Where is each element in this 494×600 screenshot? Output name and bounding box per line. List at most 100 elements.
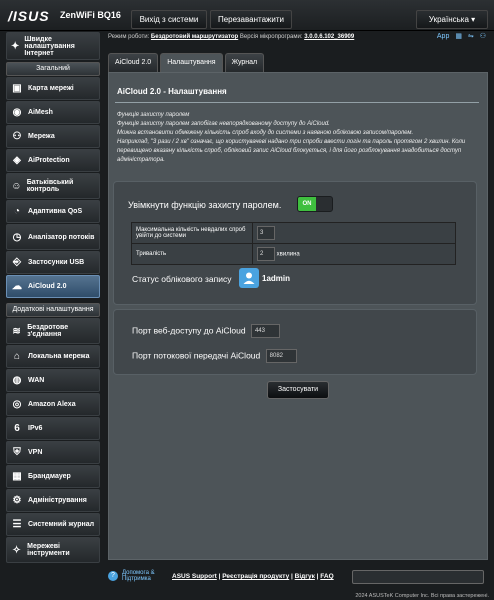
page-title: AiCloud 2.0 - Налаштування bbox=[117, 87, 227, 96]
ports-card: Порт веб-доступу до AiCloud 443 Порт пот… bbox=[113, 309, 477, 375]
help-support[interactable]: ? Допомога & Підтримка bbox=[108, 570, 168, 582]
sidebar-item-gen-6[interactable]: ◷ Аналізатор потоків bbox=[6, 224, 100, 250]
sidebar-item-gen-8[interactable]: ☁ AiCloud 2.0 bbox=[6, 275, 100, 298]
log-icon: ☰ bbox=[12, 519, 22, 530]
language-select[interactable]: Українська ▾ bbox=[416, 10, 488, 29]
alexa-icon: ◎ bbox=[12, 399, 22, 410]
sidebar-item-gen-5[interactable]: ◔ Адаптивна QoS bbox=[6, 200, 100, 223]
sidebar-item-adv-8[interactable]: ☰ Системний журнал bbox=[6, 513, 100, 536]
duration-cell: 2 хвилина bbox=[252, 243, 456, 265]
lan-icon: ⌂ bbox=[13, 351, 21, 362]
max-attempts-label: Максимальна кількість невдалих спроб уві… bbox=[131, 222, 253, 244]
max-attempts-input[interactable]: 3 bbox=[257, 226, 275, 240]
sidebar-item-adv-5[interactable]: ⛨ VPN bbox=[6, 441, 100, 464]
sidebar-item-label: Швидке налаштування Інтернет bbox=[24, 35, 75, 57]
sidebar-item-adv-6[interactable]: ▦ Брандмауер bbox=[6, 465, 100, 488]
cloud-icon: ☁ bbox=[12, 281, 22, 292]
network-icon: ⚇ bbox=[12, 131, 22, 142]
sidebar-item-gen-4[interactable]: ☺ Батьківський контроль bbox=[6, 173, 100, 199]
tab-settings[interactable]: Налаштування bbox=[160, 53, 223, 72]
sidebar-item-gen-1[interactable]: ◉ AiMesh bbox=[6, 101, 100, 124]
apply-button[interactable]: Застосувати bbox=[267, 381, 329, 399]
settings-panel: AiCloud 2.0 - Налаштування Функція захис… bbox=[108, 72, 488, 560]
sidebar-item-adv-0[interactable]: ≋ Бездротове з'єднання bbox=[6, 318, 100, 344]
desc-line: Наприклад, "3 рази / 2 хв" означає, що к… bbox=[117, 139, 466, 163]
feedback-link[interactable]: Відгук bbox=[295, 573, 315, 580]
logout-button[interactable]: Вихід з системи bbox=[131, 10, 207, 29]
mesh-icon: ◉ bbox=[12, 107, 22, 118]
account-status-label: Статус облікового запису bbox=[132, 274, 232, 284]
sidebar-item-label: IPv6 bbox=[28, 425, 43, 432]
wan-icon: ◍ bbox=[12, 375, 22, 386]
desc-line: Функція захисту паролем bbox=[117, 112, 190, 118]
sidebar-item-adv-4[interactable]: 6 IPv6 bbox=[6, 417, 100, 440]
web-port-row: Порт веб-доступу до AiCloud 443 bbox=[132, 324, 280, 338]
mode-link[interactable]: Бездротовий маршрутизатор bbox=[151, 34, 238, 40]
asus-logo[interactable]: /ISUS bbox=[8, 8, 50, 24]
duration-input[interactable]: 2 bbox=[257, 247, 275, 261]
sidebar-item-label: Мережеві інструменти bbox=[27, 543, 70, 557]
sidebar-item-label: Застосунки USB bbox=[28, 259, 85, 266]
usb-icon: ⎆ bbox=[13, 257, 21, 268]
table-row: Тривалість 2 хвилина bbox=[131, 243, 456, 265]
sidebar-item-gen-7[interactable]: ⎆ Застосунки USB bbox=[6, 251, 100, 274]
fw-link[interactable]: 3.0.0.6.102_36909 bbox=[304, 34, 354, 40]
sidebar-item-label: Локальна мережа bbox=[28, 353, 90, 360]
password-protection-toggle[interactable]: ON bbox=[297, 196, 333, 212]
reboot-button[interactable]: Перезавантажити bbox=[210, 10, 292, 29]
network-icon[interactable]: ⚇ bbox=[480, 33, 486, 40]
desc-line: Можна встановити обмежену кількість спро… bbox=[117, 130, 414, 136]
top-bar: /ISUS ZenWiFi BQ16 Вихід з системи Перез… bbox=[0, 0, 494, 31]
qr-icon[interactable]: ▦ bbox=[455, 33, 462, 40]
product-registration-link[interactable]: Реєстрація продукту bbox=[222, 573, 289, 580]
sidebar-item-gen-3[interactable]: ◈ AiProtection bbox=[6, 149, 100, 172]
faq-link[interactable]: FAQ bbox=[320, 573, 333, 580]
app-label[interactable]: App bbox=[437, 33, 449, 40]
stream-port-row: Порт потокової передачі AiCloud 8082 bbox=[132, 349, 297, 363]
duration-unit: хвилина bbox=[276, 251, 300, 258]
sidebar-item-label: VPN bbox=[28, 449, 43, 456]
asus-support-link[interactable]: ASUS Support bbox=[172, 573, 217, 580]
max-attempts-cell: 3 bbox=[252, 222, 456, 244]
sidebar-item-label: AiMesh bbox=[28, 109, 53, 116]
vpn-icon: ⛨ bbox=[13, 447, 21, 458]
sidebar-item-label: Адаптивна QoS bbox=[28, 208, 83, 215]
traffic-icon: ◷ bbox=[12, 231, 22, 243]
tools-icon: ✧ bbox=[12, 544, 21, 556]
sidebar-item-quick-setup[interactable]: ✦ Швидке налаштування Інтернет bbox=[6, 32, 100, 60]
mode-label: Режим роботи: bbox=[108, 34, 150, 40]
search-input[interactable] bbox=[352, 570, 484, 584]
sidebar-item-label: Карта мережі bbox=[28, 85, 74, 92]
tab-log[interactable]: Журнал bbox=[224, 53, 265, 72]
sidebar-item-label: Брандмауер bbox=[28, 473, 71, 480]
sidebar-item-adv-7[interactable]: ⚙ Адміністрування bbox=[6, 489, 100, 512]
wifi-icon: ≋ bbox=[12, 325, 21, 337]
stream-port-input[interactable]: 8082 bbox=[265, 349, 297, 363]
usb-icon[interactable]: ⇋ bbox=[468, 33, 474, 40]
sidebar-item-label: AiProtection bbox=[28, 157, 70, 164]
sidebar-item-gen-2[interactable]: ⚇ Мережа bbox=[6, 125, 100, 148]
status-line: Режим роботи: Бездротовий маршрутизатор … bbox=[108, 34, 354, 40]
ipv6-icon: 6 bbox=[14, 423, 20, 434]
desc-line: Функція захисту паролем запобігає невпор… bbox=[117, 121, 330, 127]
web-port-input[interactable]: 443 bbox=[250, 324, 280, 338]
sidebar-item-adv-2[interactable]: ◍ WAN bbox=[6, 369, 100, 392]
footer-links: ASUS Support | Реєстрація продукту | Від… bbox=[172, 573, 334, 580]
sidebar-item-label: Мережа bbox=[28, 133, 55, 140]
sidebar-header-general: Загальний bbox=[6, 62, 100, 76]
title-divider bbox=[115, 102, 479, 103]
shield-icon: ◈ bbox=[13, 155, 21, 166]
model-name: ZenWiFi BQ16 bbox=[60, 10, 121, 20]
table-row: Максимальна кількість невдалих спроб уві… bbox=[131, 222, 456, 244]
account-user[interactable]: 1admin bbox=[239, 268, 290, 288]
sidebar-item-adv-9[interactable]: ✧ Мережеві інструменти bbox=[6, 537, 100, 563]
sidebar-item-adv-3[interactable]: ◎ Amazon Alexa bbox=[6, 393, 100, 416]
sidebar-item-adv-1[interactable]: ⌂ Локальна мережа bbox=[6, 345, 100, 368]
sidebar-item-label: Системний журнал bbox=[28, 521, 95, 528]
tab-aicloud[interactable]: AiCloud 2.0 bbox=[108, 53, 159, 72]
toggle-on-label: ON bbox=[298, 197, 316, 211]
password-protection-card: Увімкнути функцію захисту паролем. ON Ма… bbox=[113, 181, 477, 305]
sidebar-item-gen-0[interactable]: ▣ Карта мережі bbox=[6, 77, 100, 100]
wand-icon: ✦ bbox=[11, 40, 20, 52]
sidebar-item-label: Батьківський контроль bbox=[26, 179, 74, 193]
